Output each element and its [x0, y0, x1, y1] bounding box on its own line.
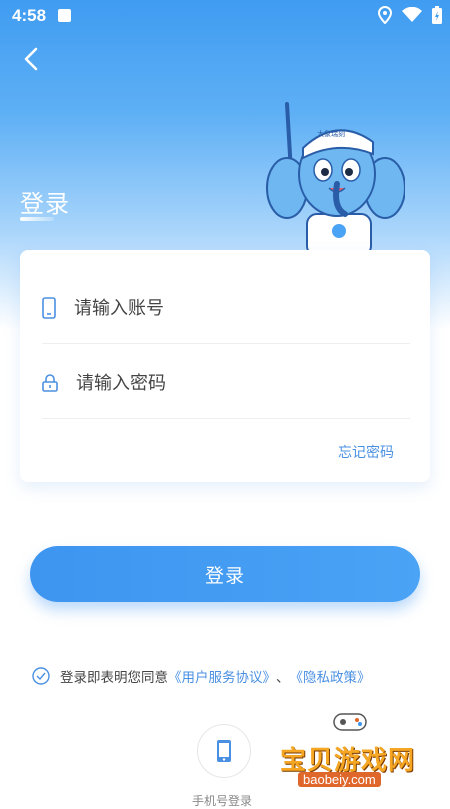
title-underline — [20, 217, 54, 221]
agreement-separator: 、 — [276, 670, 290, 686]
divider — [42, 343, 410, 344]
agreement-prefix: 登录即表明您同意 — [60, 670, 168, 686]
status-time: 4:58 — [12, 6, 47, 25]
password-input[interactable] — [74, 371, 378, 395]
phone-login-button[interactable] — [197, 724, 251, 778]
phone-icon — [42, 297, 56, 319]
battery-icon — [432, 6, 442, 24]
a-app-icon — [58, 9, 71, 22]
login-form-card: 忘记密码 — [20, 250, 430, 482]
privacy-policy-link[interactable]: 《隐私政策》 — [290, 666, 371, 686]
agreement-line: 登录即表明您同意 《用户服务协议》 、 《隐私政策》 — [32, 666, 371, 686]
user-agreement-link[interactable]: 《用户服务协议》 — [168, 666, 276, 686]
status-icons — [378, 6, 442, 24]
login-button[interactable]: 登录 — [30, 546, 420, 602]
account-input[interactable] — [72, 296, 376, 320]
elephant-mascot: 大象瑞刻 — [266, 102, 405, 256]
back-button[interactable] — [18, 44, 48, 74]
agreement-checkbox[interactable] — [32, 667, 50, 685]
password-row — [42, 355, 410, 411]
phone-login-option[interactable]: 手机号登录 — [192, 724, 253, 809]
location-icon — [378, 6, 392, 24]
wifi-icon — [402, 7, 422, 22]
mascot-cap-text: 大象瑞刻 — [317, 129, 345, 138]
phone-icon — [217, 740, 231, 762]
watermark-url: baobeiy.com — [298, 772, 381, 787]
account-row — [42, 280, 410, 336]
phone-login-label: 手机号登录 — [191, 794, 252, 808]
forgot-password-link[interactable]: 忘记密码 — [338, 442, 394, 462]
page-title: 登录 — [20, 190, 70, 218]
lock-icon — [42, 374, 58, 392]
watermark: 宝贝游戏网 baobeiy.com — [270, 706, 446, 790]
gamepad-icon — [333, 713, 367, 731]
divider — [42, 418, 410, 419]
status-bar: 4:58 — [0, 0, 450, 32]
